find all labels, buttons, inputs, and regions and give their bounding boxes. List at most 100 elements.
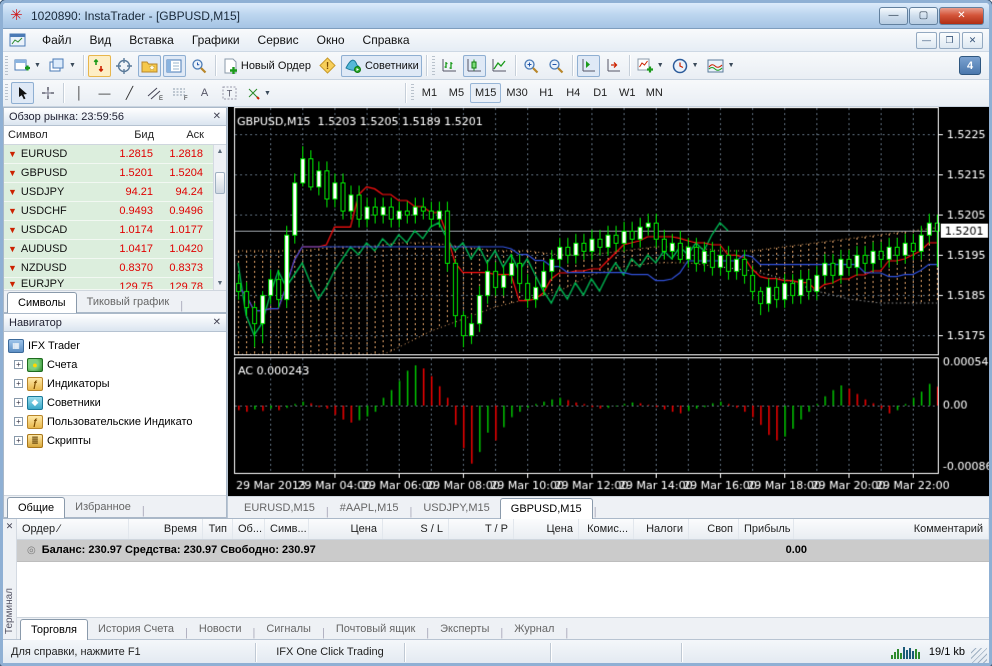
expand-plus-icon[interactable]: +: [14, 436, 23, 445]
navigator-toggle-button[interactable]: [137, 54, 161, 77]
menu-4[interactable]: Сервис: [249, 30, 308, 50]
terminal-column-8[interactable]: Цена: [514, 518, 579, 539]
column-ask[interactable]: Аск: [158, 126, 208, 144]
expand-plus-icon[interactable]: +: [14, 379, 23, 388]
terminal-column-2[interactable]: Тип: [203, 518, 233, 539]
channel-tool-button[interactable]: E: [143, 82, 166, 104]
terminal-toggle-button[interactable]: [162, 54, 186, 77]
tab-terminal-5[interactable]: Эксперты: [430, 620, 499, 639]
market-watch-scrollbar[interactable]: ▲ ▼: [213, 145, 226, 290]
market-watch-row[interactable]: ▼ AUDUSD 1.0417 1.0420: [4, 240, 226, 259]
navigator-header[interactable]: Навигатор ✕: [4, 314, 226, 332]
terminal-column-1[interactable]: Время: [129, 518, 203, 539]
menu-2[interactable]: Вставка: [120, 30, 183, 50]
menu-1[interactable]: Вид: [81, 30, 121, 50]
menu-5[interactable]: Окно: [308, 30, 354, 50]
market-watch-row[interactable]: ▼ NZDUSD 0.8370 0.8373: [4, 259, 226, 278]
auto-scroll-button[interactable]: [576, 54, 600, 77]
mdi-close-button[interactable]: ✕: [962, 31, 983, 49]
text-tool-button[interactable]: A: [193, 82, 216, 104]
toolbar-grip[interactable]: [5, 56, 8, 75]
new-chart-button[interactable]: ▼: [11, 55, 44, 77]
tab-terminal-4[interactable]: Почтовый ящик: [326, 620, 425, 639]
horizontal-line-tool-button[interactable]: —: [93, 82, 116, 104]
text-label-tool-button[interactable]: T: [218, 82, 241, 104]
terminal-column-13[interactable]: Комментарий: [794, 518, 989, 539]
terminal-column-0[interactable]: Ордер ∕: [17, 518, 129, 539]
market-watch-toggle-button[interactable]: [87, 54, 111, 77]
zoom-in-button[interactable]: [520, 55, 543, 77]
alert-button[interactable]: !: [316, 55, 339, 77]
zoom-out-button[interactable]: [545, 55, 568, 77]
tab-terminal-2[interactable]: Новости: [189, 620, 252, 639]
terminal-column-3[interactable]: Об...: [233, 518, 265, 539]
tab-market-watch-0[interactable]: Символы: [7, 292, 77, 313]
tab-chart-2[interactable]: USDJPY,M15: [413, 499, 499, 518]
market-watch-row[interactable]: ▼ EURJPY 129.75 129.78: [4, 278, 226, 290]
tree-item-4[interactable]: + ≣ Скрипты: [6, 431, 224, 450]
scroll-up-icon[interactable]: ▲: [214, 145, 226, 158]
tab-navigator-1[interactable]: Избранное: [65, 498, 141, 517]
scrollbar-thumb[interactable]: [215, 172, 225, 194]
tab-terminal-0[interactable]: Торговля: [20, 618, 88, 640]
column-symbol[interactable]: Символ: [4, 126, 108, 144]
expert-advisors-button[interactable]: Советники: [340, 54, 422, 77]
market-watch-row[interactable]: ▼ USDJPY 94.21 94.24: [4, 183, 226, 202]
tab-terminal-6[interactable]: Журнал: [504, 620, 564, 639]
menu-3[interactable]: Графики: [183, 30, 249, 50]
templates-button[interactable]: ▼: [704, 55, 738, 77]
profiles-button[interactable]: ▼: [46, 55, 79, 77]
fibonacci-tool-button[interactable]: F: [168, 82, 191, 104]
tab-terminal-3[interactable]: Сигналы: [256, 620, 321, 639]
tab-navigator-0[interactable]: Общие: [7, 496, 66, 518]
arrows-tool-button[interactable]: ▼: [243, 82, 274, 104]
maximize-button[interactable]: ▢: [909, 6, 938, 25]
community-notifications-button[interactable]: 4: [959, 56, 981, 75]
terminal-column-4[interactable]: Симв...: [265, 518, 309, 539]
market-watch-row[interactable]: ▼ EURUSD 1.2815 1.2818: [4, 145, 226, 164]
tab-chart-3[interactable]: GBPUSD,M15: [499, 497, 593, 519]
market-watch-row[interactable]: ▼ GBPUSD 1.5201 1.5204: [4, 164, 226, 183]
timeframe-M1[interactable]: M1: [416, 83, 443, 103]
terminal-column-6[interactable]: S / L: [383, 518, 449, 539]
close-button[interactable]: ✕: [939, 6, 984, 25]
timeframe-D1[interactable]: D1: [587, 83, 614, 103]
timeframe-MN[interactable]: MN: [641, 83, 668, 103]
terminal-column-9[interactable]: Комис...: [579, 518, 634, 539]
trendline-tool-button[interactable]: ╱: [118, 82, 141, 104]
scroll-down-icon[interactable]: ▼: [214, 277, 226, 290]
tab-market-watch-1[interactable]: Тиковый график: [77, 293, 180, 312]
timeframe-M5[interactable]: M5: [443, 83, 470, 103]
crosshair-tool-button[interactable]: [36, 82, 59, 104]
tree-item-0[interactable]: + ● Счета: [6, 355, 224, 374]
indicators-button[interactable]: ▼: [634, 55, 667, 77]
tree-root[interactable]: ▦ IFX Trader: [6, 336, 224, 355]
strategy-tester-button[interactable]: [188, 55, 211, 77]
minimize-button[interactable]: —: [879, 6, 908, 25]
tab-chart-0[interactable]: EURUSD,M15: [234, 499, 325, 518]
candle-chart-type-button[interactable]: [462, 54, 486, 77]
timeframe-H4[interactable]: H4: [560, 83, 587, 103]
balance-row[interactable]: ◎ Баланс: 230.97 Средства: 230.97 Свобод…: [17, 539, 989, 562]
status-trading-mode[interactable]: IFX One Click Trading: [256, 640, 404, 663]
chart-shift-button[interactable]: [602, 55, 625, 77]
terminal-column-5[interactable]: Цена: [309, 518, 383, 539]
resize-grip[interactable]: [971, 647, 987, 663]
terminal-close-icon[interactable]: ✕: [6, 519, 14, 532]
menu-0[interactable]: Файл: [33, 30, 81, 50]
mdi-minimize-button[interactable]: —: [916, 31, 937, 49]
tab-chart-1[interactable]: #AAPL,M15: [330, 499, 409, 518]
market-watch-row[interactable]: ▼ USDCHF 0.9493 0.9496: [4, 202, 226, 221]
price-chart-canvas[interactable]: [228, 107, 989, 496]
timeframe-H1[interactable]: H1: [533, 83, 560, 103]
terminal-column-12[interactable]: Прибыль: [739, 518, 794, 539]
tree-item-3[interactable]: + ƒ Пользовательские Индикато: [6, 412, 224, 431]
tree-item-1[interactable]: + ƒ Индикаторы: [6, 374, 224, 393]
mdi-restore-button[interactable]: ❐: [939, 31, 960, 49]
tab-terminal-1[interactable]: История Счета: [88, 620, 184, 639]
market-watch-close-icon[interactable]: ✕: [213, 111, 221, 122]
market-watch-row[interactable]: ▼ USDCAD 1.0174 1.0177: [4, 221, 226, 240]
new-order-button[interactable]: Новый Ордер: [220, 55, 314, 77]
expand-plus-icon[interactable]: +: [14, 398, 23, 407]
vertical-line-tool-button[interactable]: │: [68, 82, 91, 104]
